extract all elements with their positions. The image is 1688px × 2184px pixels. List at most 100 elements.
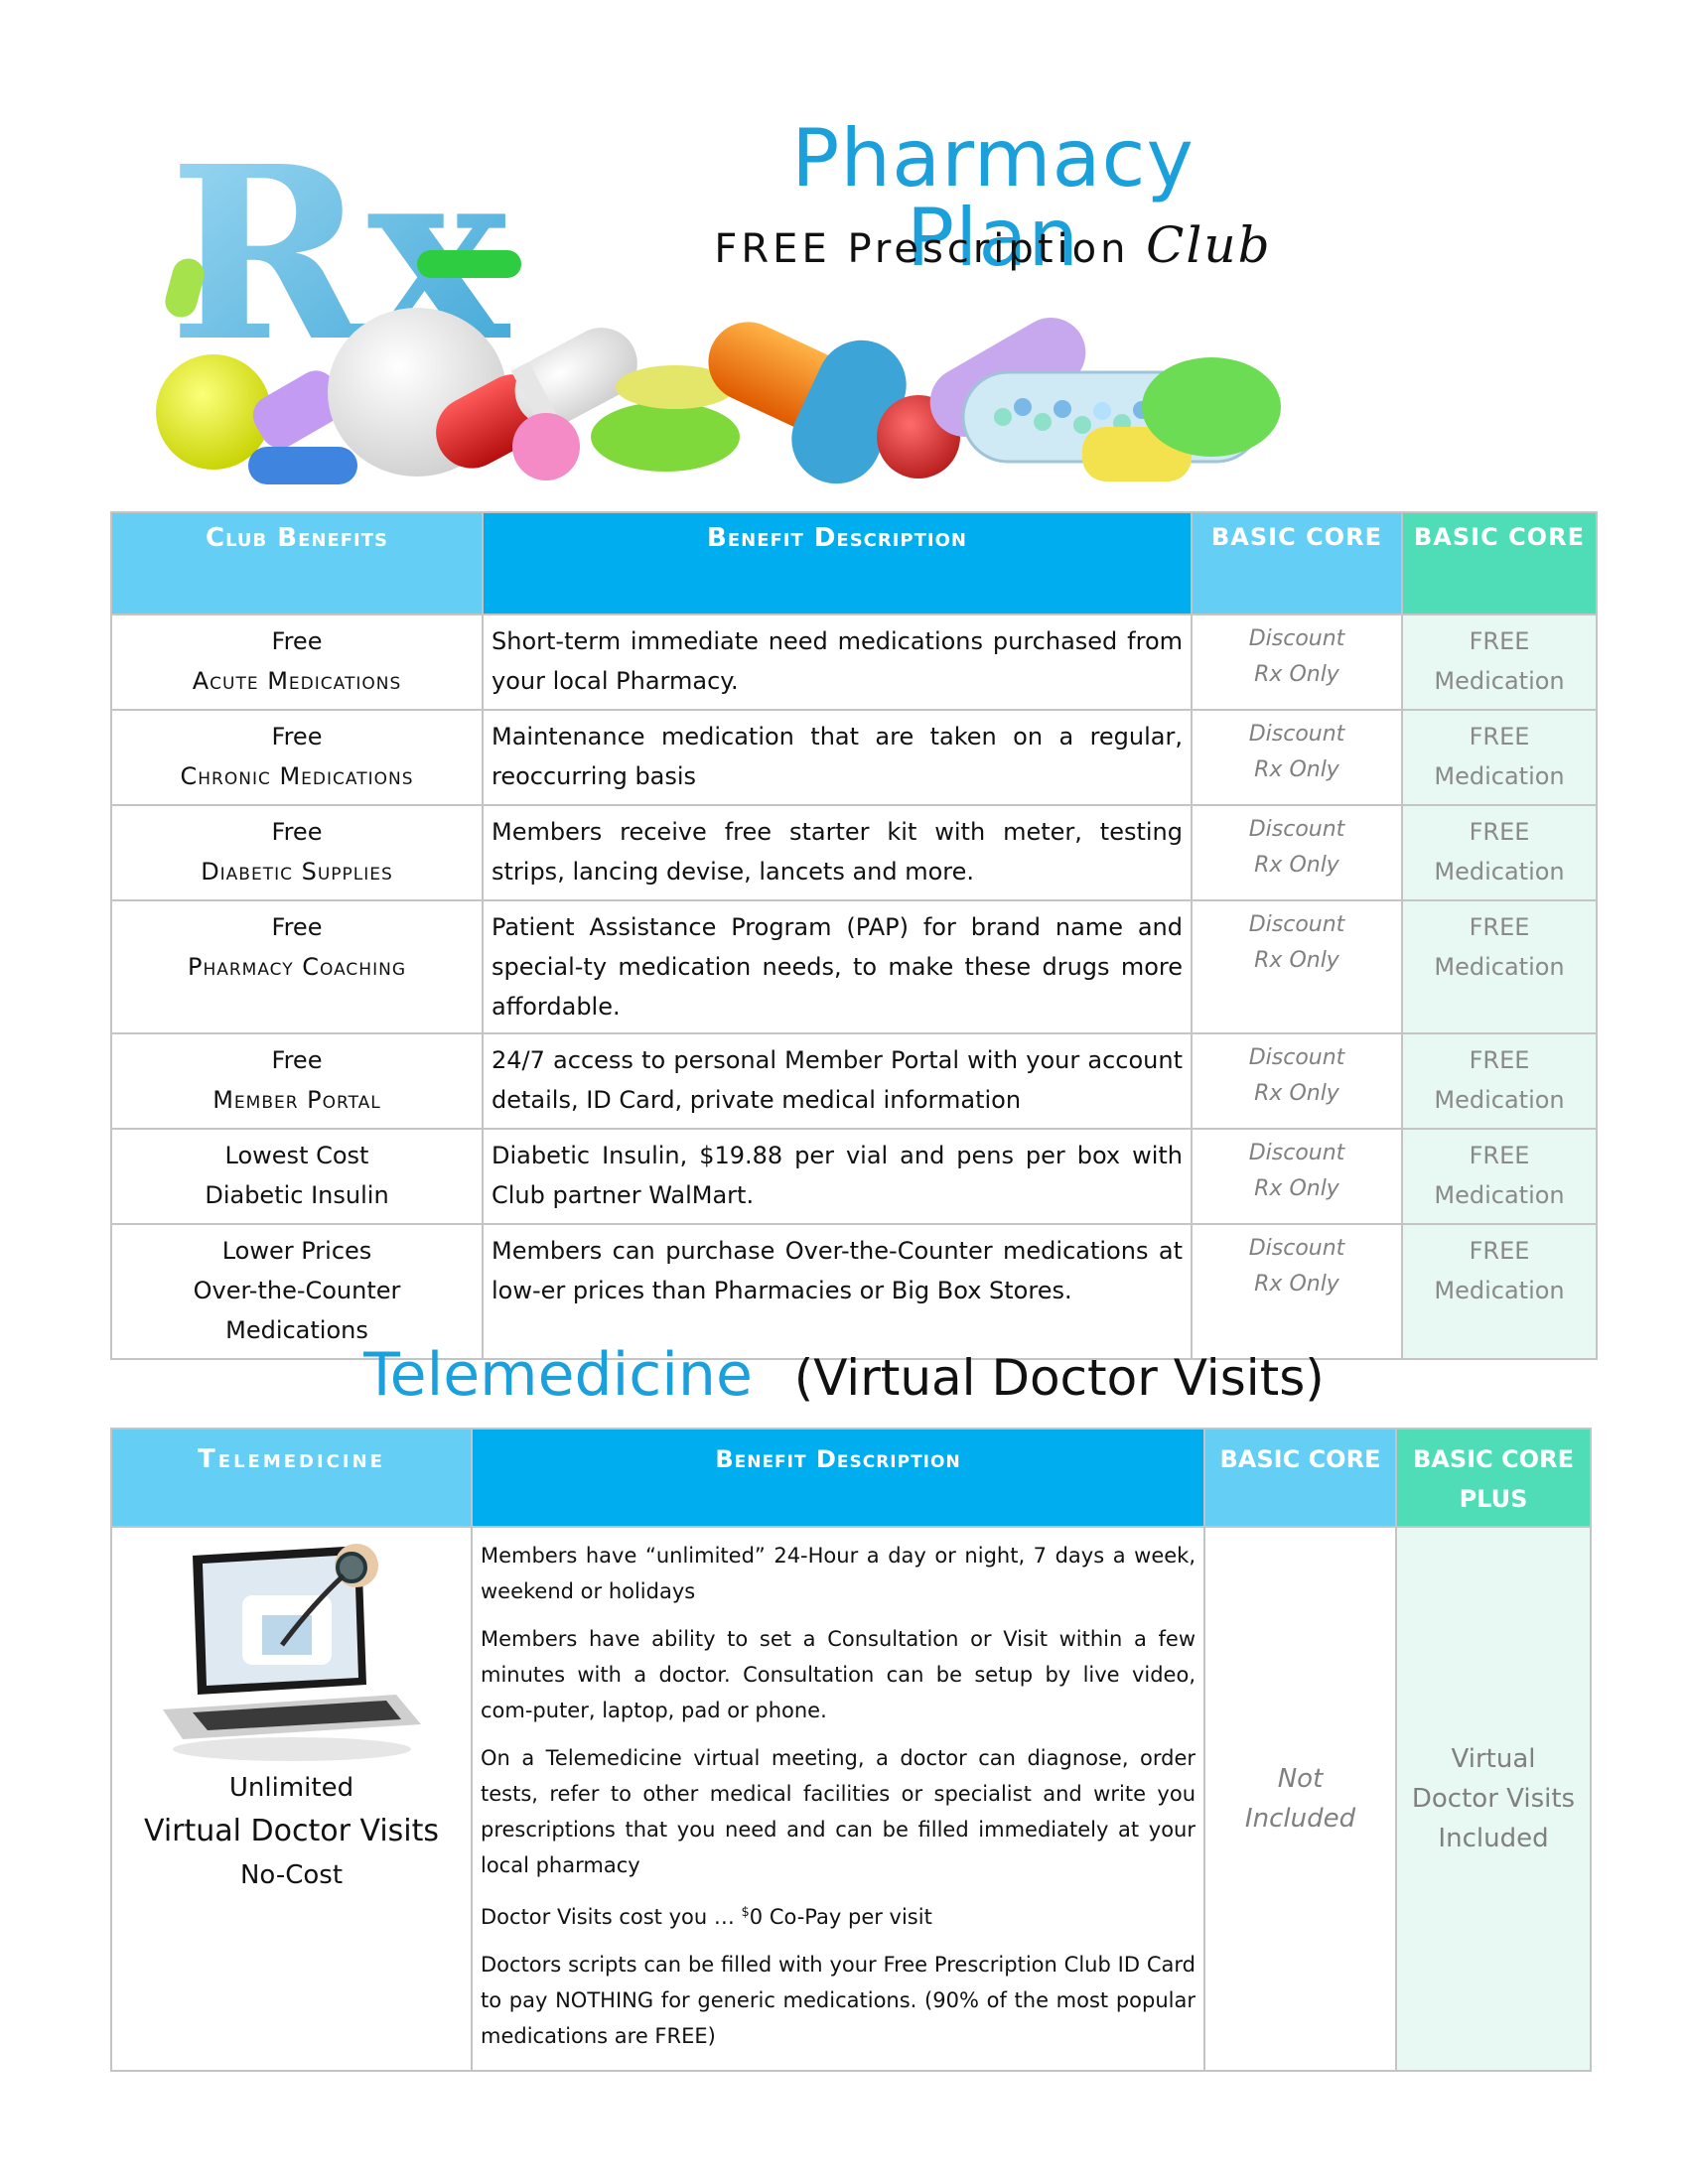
tele-left-line3: No-Cost <box>239 1860 344 1890</box>
tele-basic-line1: Not <box>1277 1764 1324 1794</box>
header-basic-core: BASIC CORE <box>1191 511 1403 615</box>
core-line1: FREE <box>1469 1237 1530 1265</box>
basic-cell: Discount Rx Only <box>1191 1223 1403 1360</box>
core-line1: FREE <box>1469 818 1530 846</box>
header-basic-core-plus: BASIC CORE PLUS <box>1395 1428 1592 1528</box>
benefit-line2: Pharmacy Coaching <box>187 953 406 981</box>
benefit-line1: Lowest Cost <box>224 1142 369 1169</box>
tele-core-cell: Virtual Doctor Visits Included <box>1395 1526 1592 2072</box>
basic-line1: Discount <box>1248 817 1345 842</box>
header-benefit-description: Benefit Description <box>482 511 1193 615</box>
telemedicine-heading-paren: (Virtual Doctor Visits) <box>793 1349 1325 1407</box>
benefit-cell: Free Chronic Medications <box>110 709 484 806</box>
benefit-cell: Lower Prices Over-the-Counter Medication… <box>110 1223 484 1360</box>
laptop-doctor-image <box>162 1544 421 1761</box>
benefit-line1: Free <box>271 1046 323 1074</box>
pink-pill-icon <box>512 413 580 480</box>
core-cell: FREE Medication <box>1401 1128 1598 1225</box>
description-cell: Maintenance medication that are taken on… <box>482 709 1193 806</box>
core-line1: FREE <box>1469 627 1530 655</box>
core-cell: FREE Medication <box>1401 1032 1598 1130</box>
core-line1: FREE <box>1469 1046 1530 1074</box>
benefit-line2: Diabetic Supplies <box>201 858 393 886</box>
core-line2: Medication <box>1434 667 1565 695</box>
benefit-line1: Free <box>271 723 323 751</box>
benefit-line2: Member Portal <box>212 1086 381 1114</box>
core-line2: Medication <box>1434 762 1565 790</box>
benefit-line1: Free <box>271 627 323 655</box>
header-benefit-description: Benefit Description <box>471 1428 1205 1528</box>
header-core-line1: BASIC CORE <box>1413 1445 1574 1473</box>
benefit-cell: Free Diabetic Supplies <box>110 804 484 901</box>
header-basic-core-2: BASIC CORE <box>1401 511 1598 615</box>
core-line2: Medication <box>1434 1181 1565 1209</box>
basic-cell: Discount Rx Only <box>1191 709 1403 806</box>
table-row: Free Chronic Medications Maintenance med… <box>110 709 1598 806</box>
tele-left-line1: Unlimited <box>228 1773 354 1803</box>
benefit-line2: Over-the-Counter <box>193 1277 401 1304</box>
benefit-line2: Diabetic Insulin <box>205 1181 389 1209</box>
cost-sup: $ <box>741 1905 750 1920</box>
core-cell: FREE Medication <box>1401 804 1598 901</box>
core-cell: FREE Medication <box>1401 899 1598 1034</box>
blue-capsule-icon <box>248 447 357 484</box>
table-row: Free Acute Medications Short-term immedi… <box>110 614 1598 711</box>
basic-line2: Rx Only <box>1254 1272 1339 1297</box>
core-line1: FREE <box>1469 723 1530 751</box>
benefit-cell: Free Member Portal <box>110 1032 484 1130</box>
benefit-line1: Free <box>271 818 323 846</box>
description-cell: Diabetic Insulin, $19.88 per vial and pe… <box>482 1128 1193 1225</box>
basic-line2: Rx Only <box>1254 757 1339 782</box>
cost-suffix: 0 Co-Pay per visit <box>749 1905 932 1929</box>
table-row: Free Diabetic Supplies Members receive f… <box>110 804 1598 901</box>
tele-paragraph-1: Members have “unlimited” 24-Hour a day o… <box>481 1544 1196 1603</box>
tele-core-line3: Included <box>1438 1824 1549 1853</box>
tele-paragraph-2: Members have ability to set a Consultati… <box>481 1627 1196 1722</box>
subtitle-main: FREE Prescription <box>714 226 1130 272</box>
core-line2: Medication <box>1434 953 1565 981</box>
benefit-line2: Acute Medications <box>192 667 402 695</box>
benefit-cell: Lowest Cost Diabetic Insulin <box>110 1128 484 1225</box>
core-line2: Medication <box>1434 1086 1565 1114</box>
basic-line2: Rx Only <box>1254 1176 1339 1201</box>
description-cell: Members can purchase Over-the-Counter me… <box>482 1223 1193 1360</box>
description-cell: 24/7 access to personal Member Portal wi… <box>482 1032 1193 1130</box>
tele-left-line2: Virtual Doctor Visits <box>143 1814 440 1848</box>
basic-line2: Rx Only <box>1254 1081 1339 1106</box>
basic-line1: Discount <box>1248 1141 1345 1165</box>
description-cell: Members receive free starter kit with me… <box>482 804 1193 901</box>
benefit-cell: Free Acute Medications <box>110 614 484 711</box>
basic-line2: Rx Only <box>1254 948 1339 973</box>
description-cell: Short-term immediate need medications pu… <box>482 614 1193 711</box>
tele-basic-line2: Included <box>1244 1804 1356 1834</box>
basic-cell: Discount Rx Only <box>1191 1032 1403 1130</box>
basic-cell: Discount Rx Only <box>1191 1128 1403 1225</box>
table-row: Free Member Portal 24/7 access to person… <box>110 1032 1598 1130</box>
telemedicine-cell: Unlimited Virtual Doctor Visits No-Cost <box>110 1526 473 2072</box>
tele-core-line1: Virtual <box>1451 1744 1536 1774</box>
club-table-header-row: Club Benefits Benefit Description BASIC … <box>110 511 1598 615</box>
tele-paragraph-3: On a Telemedicine virtual meeting, a doc… <box>481 1746 1196 1877</box>
core-line2: Medication <box>1434 1277 1565 1304</box>
green-pill-right-icon <box>1142 357 1281 457</box>
core-cell: FREE Medication <box>1401 1223 1598 1360</box>
core-cell: FREE Medication <box>1401 709 1598 806</box>
core-line1: FREE <box>1469 1142 1530 1169</box>
telemedicine-table: Telemedicine Benefit Description BASIC C… <box>110 1428 1592 2072</box>
green-disc-icon <box>591 402 740 472</box>
basic-line2: Rx Only <box>1254 662 1339 687</box>
basic-line1: Discount <box>1248 722 1345 747</box>
core-line1: FREE <box>1469 913 1530 941</box>
telemedicine-heading: Telemedicine (Virtual Doctor Visits) <box>0 1340 1688 1410</box>
basic-line1: Discount <box>1248 1236 1345 1261</box>
table-row: Lowest Cost Diabetic Insulin Diabetic In… <box>110 1128 1598 1225</box>
subtitle-club: Club <box>1146 216 1272 274</box>
tele-paragraph-last: Doctors scripts can be filled with your … <box>481 1953 1196 2048</box>
basic-line1: Discount <box>1248 1045 1345 1070</box>
basic-cell: Discount Rx Only <box>1191 614 1403 711</box>
table-row: Free Pharmacy Coaching Patient Assistanc… <box>110 899 1598 1034</box>
basic-cell: Discount Rx Only <box>1191 899 1403 1034</box>
benefit-cell: Free Pharmacy Coaching <box>110 899 484 1034</box>
basic-cell: Discount Rx Only <box>1191 804 1403 901</box>
description-cell: Patient Assistance Program (PAP) for bra… <box>482 899 1193 1034</box>
